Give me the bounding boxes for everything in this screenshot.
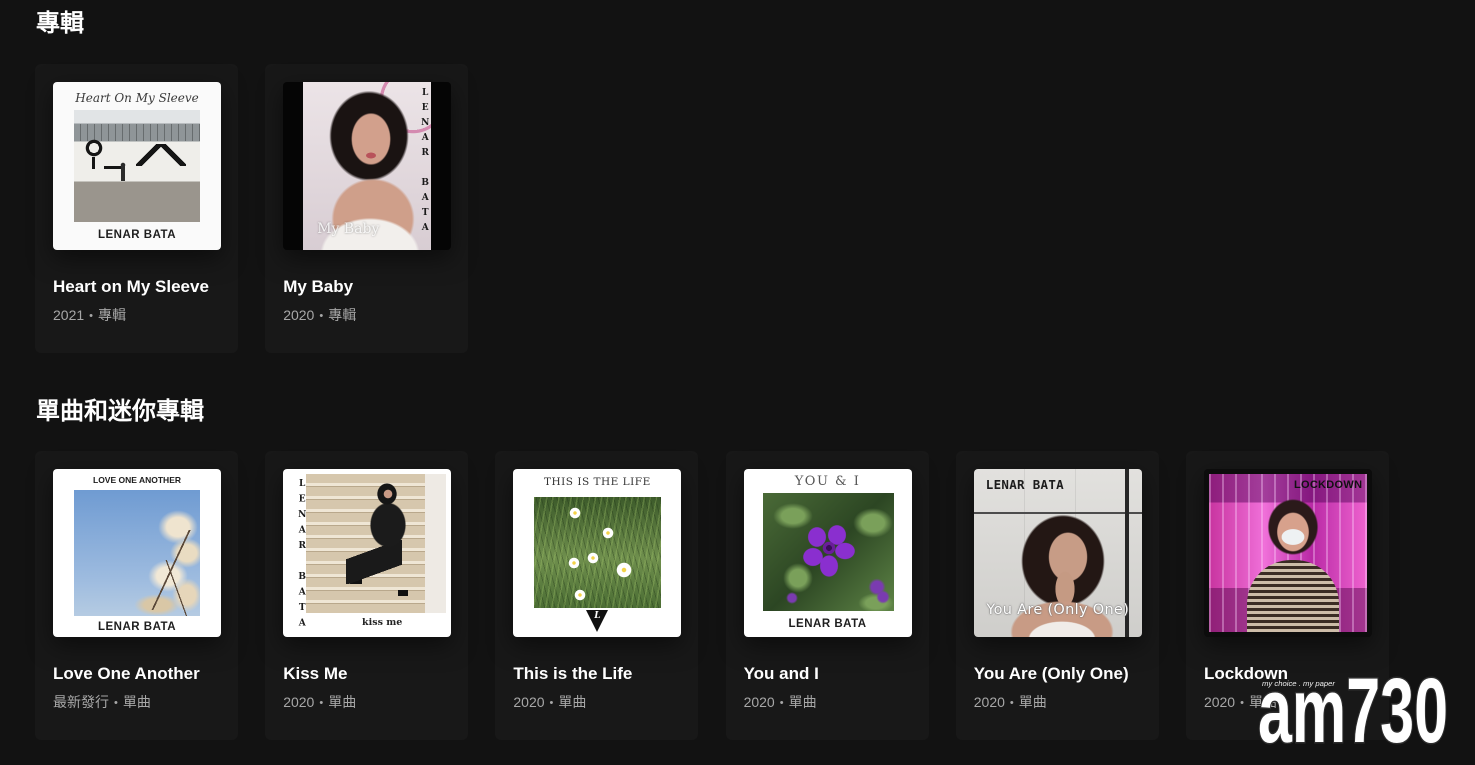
release-year: 2020 [973, 694, 1005, 710]
cover-artist-text: LENAR BATA [788, 618, 867, 630]
cover-title-text: LOCKDOWN [1293, 479, 1363, 491]
album-meta: 最新發行 • 單曲 [53, 692, 221, 714]
album-card-you-are-only-one[interactable]: LENAR BATA You Are (Only One) You Are (O… [955, 451, 1159, 740]
album-title[interactable]: My Baby [283, 276, 451, 298]
album-title[interactable]: You Are (Only One) [974, 663, 1142, 685]
section-title-albums: 專輯 [36, 10, 84, 37]
cover-title-text: LOVE ONE ANOTHER [93, 475, 181, 485]
album-cover: YOU & I LENAR BATA [743, 469, 912, 637]
release-type: 單曲 [328, 694, 357, 710]
cover-photo [306, 474, 447, 613]
album-cover: LOVE ONE ANOTHER LENAR BATA [53, 469, 221, 637]
meta-separator: • [114, 697, 118, 709]
album-title[interactable]: This is the Life [513, 663, 681, 685]
cover-photo [1208, 474, 1367, 632]
release-type: 單曲 [1018, 694, 1047, 710]
cover-title-text: YOU & I [794, 474, 861, 489]
album-title[interactable]: Kiss Me [283, 663, 451, 685]
album-card-my-baby[interactable]: My Baby LENAR BATA My Baby 2020 • 專輯 [265, 64, 469, 353]
release-year: 2020 [743, 694, 775, 710]
release-year: 2021 [53, 307, 85, 323]
cover-photo-shirt [1246, 560, 1339, 632]
release-type: 單曲 [1248, 694, 1277, 710]
meta-separator: • [549, 697, 554, 709]
cover-photo [762, 493, 894, 611]
cover-artist-text: LENAR BATA [985, 477, 1065, 492]
singles-row: LOVE ONE ANOTHER LENAR BATA Love One Ano… [35, 451, 1389, 740]
album-card-heart-on-my-sleeve[interactable]: Heart On My Sleeve LENAR BATA Heart on M… [35, 64, 238, 353]
album-title[interactable]: You and I [744, 663, 912, 685]
album-title[interactable]: Love One Another [53, 663, 221, 685]
release-type: 專輯 [98, 307, 127, 323]
album-meta: 2020 • 單曲 [744, 692, 912, 714]
meta-separator: • [1240, 697, 1244, 709]
album-meta: 2020 • 單曲 [974, 692, 1142, 714]
album-meta: 2021 • 專輯 [53, 305, 221, 327]
album-title[interactable]: Heart on My Sleeve [53, 276, 221, 298]
release-type: 單曲 [122, 694, 151, 710]
album-meta: 2020 • 專輯 [283, 305, 451, 327]
album-card-you-and-i[interactable]: YOU & I LENAR BATA You and I 2020 • 單曲 [725, 451, 929, 740]
meta-separator: • [779, 697, 784, 709]
albums-row: Heart On My Sleeve LENAR BATA Heart on M… [35, 64, 1389, 353]
cover-artist-text: LENAR BATA [97, 229, 177, 241]
cover-photo [534, 497, 662, 608]
album-cover: LENAR BATA kiss me [283, 469, 452, 637]
release-year: 2020 [283, 307, 315, 323]
release-year: 2020 [513, 694, 545, 710]
album-card-love-one-another[interactable]: LOVE ONE ANOTHER LENAR BATA Love One Ano… [35, 451, 238, 740]
cover-title-text: You Are (Only One) [986, 602, 1130, 618]
logo-letter: L [594, 611, 601, 621]
release-type: 單曲 [558, 694, 587, 710]
cover-title-text: Heart On My Sleeve [75, 91, 199, 105]
meta-separator: • [1009, 697, 1014, 709]
release-year: 2020 [1203, 694, 1236, 710]
discography-page: 專輯 Heart On My Sleeve LENAR BATA Heart o… [0, 0, 1475, 765]
release-type: 單曲 [788, 694, 817, 710]
section-title-singles-eps: 單曲和迷你專輯 [36, 398, 204, 425]
meta-separator: • [319, 310, 324, 322]
cover-title-text: kiss me [362, 617, 403, 628]
cover-artist-text: LENAR BATA [420, 88, 431, 238]
album-card-lockdown[interactable]: LOCKDOWN Lockdown 2020 • 單曲 [1185, 451, 1389, 740]
release-year: 最新發行 [53, 694, 109, 710]
release-year: 2020 [283, 694, 315, 710]
album-meta: 2020 • 單曲 [1204, 692, 1372, 714]
album-cover: Heart On My Sleeve LENAR BATA [53, 82, 221, 250]
meta-separator: • [319, 697, 324, 709]
album-cover: THIS IS THE LIFE L [513, 469, 682, 637]
release-type: 專輯 [328, 307, 357, 323]
album-meta: 2020 • 單曲 [283, 692, 451, 714]
album-card-kiss-me[interactable]: LENAR BATA kiss me Kiss Me 2020 • 單曲 [265, 451, 469, 740]
album-cover: My Baby LENAR BATA [283, 82, 452, 250]
cover-title-text: THIS IS THE LIFE [543, 476, 651, 488]
cover-photo [74, 110, 200, 222]
cover-photo [74, 490, 200, 616]
cover-title-text: My Baby [317, 221, 380, 237]
album-title[interactable]: Lockdown [1204, 663, 1372, 685]
meta-separator: • [89, 310, 94, 322]
cover-artist-text: LENAR BATA [97, 621, 177, 633]
album-meta: 2020 • 單曲 [513, 692, 681, 714]
album-card-this-is-the-life[interactable]: THIS IS THE LIFE L This is the Life 2020… [495, 451, 699, 740]
album-cover: LOCKDOWN [1203, 469, 1372, 637]
album-cover: LENAR BATA You Are (Only One) [973, 469, 1142, 637]
